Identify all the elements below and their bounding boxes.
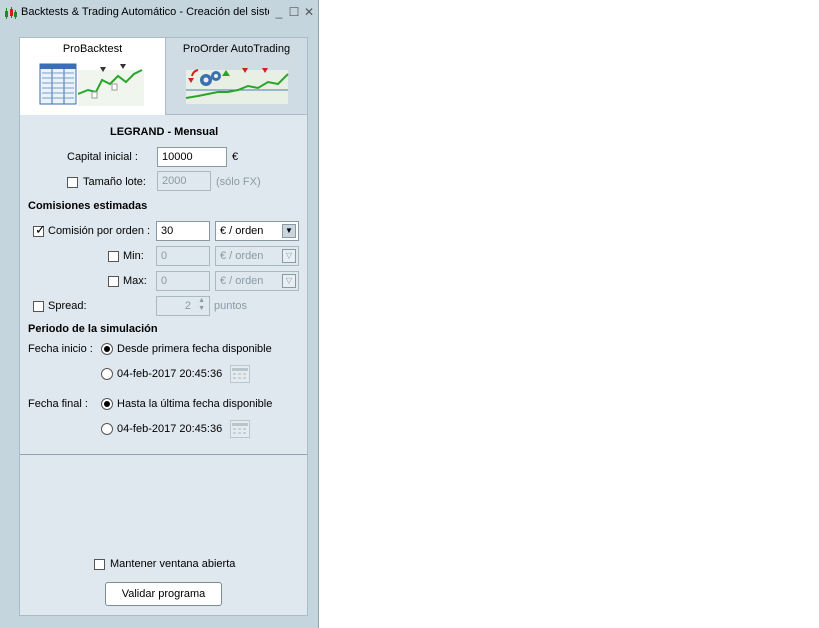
start-custom-date-radio[interactable] — [101, 368, 113, 380]
spread-stepper[interactable]: 2 ▲ ▼ — [156, 296, 210, 316]
capital-input[interactable] — [157, 147, 227, 167]
validate-program-button[interactable]: Validar programa — [105, 582, 222, 606]
chevron-down-icon[interactable]: ▽ — [282, 249, 296, 263]
max-input[interactable] — [156, 271, 210, 291]
dialog-window: Backtests & Trading Automático - Creació… — [0, 0, 319, 628]
title-bar[interactable]: Backtests & Trading Automático - Creació… — [0, 0, 318, 26]
max-unit-value: € / orden — [220, 275, 264, 287]
capital-label: Capital inicial : — [67, 151, 138, 163]
chevron-down-icon[interactable]: ▽ — [282, 274, 296, 288]
autotrading-chart-icon — [185, 68, 289, 104]
keep-window-open-checkbox[interactable] — [94, 559, 105, 570]
capital-currency: € — [232, 151, 239, 163]
spread-label: Spread: — [48, 300, 87, 312]
max-unit-select[interactable]: € / orden ▽ — [215, 271, 299, 291]
calendar-icon[interactable] — [230, 420, 250, 438]
spread-unit: puntos — [214, 300, 248, 312]
keep-window-open-label: Mantener ventana abierta — [110, 558, 236, 570]
max-checkbox[interactable] — [108, 276, 119, 287]
end-custom-date-label: 04-feb-2017 20:45:36 — [117, 423, 223, 435]
start-date-label: Fecha inicio : — [28, 343, 93, 355]
commissions-heading: Comisiones estimadas — [28, 200, 148, 212]
tab-proorder-autotrading-label: ProOrder AutoTrading — [182, 43, 291, 55]
divider — [20, 454, 307, 455]
lot-size-checkbox[interactable] — [67, 177, 78, 188]
calendar-icon[interactable] — [230, 365, 250, 383]
min-label: Min: — [123, 250, 144, 262]
min-unit-value: € / orden — [220, 250, 264, 262]
min-input[interactable] — [156, 246, 210, 266]
period-heading: Periodo de la simulación — [28, 323, 158, 335]
backtest-chart-icon — [39, 63, 144, 106]
radio-selected-dot — [104, 346, 110, 352]
start-first-available-radio[interactable] — [101, 343, 113, 355]
commission-label: Comisión por orden : — [48, 225, 151, 237]
end-last-available-radio[interactable] — [101, 398, 113, 410]
start-first-available-label: Desde primera fecha disponible — [117, 343, 272, 355]
end-date-label: Fecha final : — [28, 398, 88, 410]
lot-size-hint: (sólo FX) — [216, 176, 261, 188]
lot-size-input[interactable] — [157, 171, 211, 191]
tab-proorder-autotrading[interactable]: ProOrder AutoTrading — [166, 37, 308, 115]
calendar-grid-icon — [232, 368, 248, 379]
lot-size-label: Tamaño lote: — [83, 176, 146, 188]
start-custom-date-label: 04-feb-2017 20:45:36 — [117, 368, 223, 380]
minimize-icon[interactable]: _ — [272, 5, 286, 19]
spread-checkbox[interactable] — [33, 301, 44, 312]
commission-unit-select[interactable]: € / orden ▼ — [215, 221, 299, 241]
close-icon[interactable]: ✕ — [302, 5, 316, 19]
end-last-available-label: Hasta la última fecha disponible — [117, 398, 273, 410]
window-title: Backtests & Trading Automático - Creació… — [21, 6, 269, 18]
commission-unit-value: € / orden — [220, 225, 264, 237]
end-custom-date-radio[interactable] — [101, 423, 113, 435]
chevron-down-icon[interactable]: ▼ — [282, 224, 296, 238]
tab-probacktest[interactable]: ProBacktest — [19, 37, 166, 115]
check-mark-icon: ✓ — [35, 222, 46, 237]
radio-selected-dot — [104, 401, 110, 407]
spread-value: 2 — [184, 300, 191, 312]
commission-input[interactable] — [156, 221, 210, 241]
instrument-heading: LEGRAND - Mensual — [110, 126, 219, 138]
min-checkbox[interactable] — [108, 251, 119, 262]
min-unit-select[interactable]: € / orden ▽ — [215, 246, 299, 266]
maximize-icon[interactable]: ☐ — [287, 5, 301, 19]
max-label: Max: — [123, 275, 147, 287]
app-candlestick-icon — [5, 7, 17, 19]
calendar-grid-icon — [232, 423, 248, 434]
stepper-arrows-icon[interactable]: ▲ ▼ — [198, 297, 205, 313]
tab-probacktest-label: ProBacktest — [62, 43, 123, 55]
commission-checkbox[interactable]: ✓ — [33, 222, 46, 237]
